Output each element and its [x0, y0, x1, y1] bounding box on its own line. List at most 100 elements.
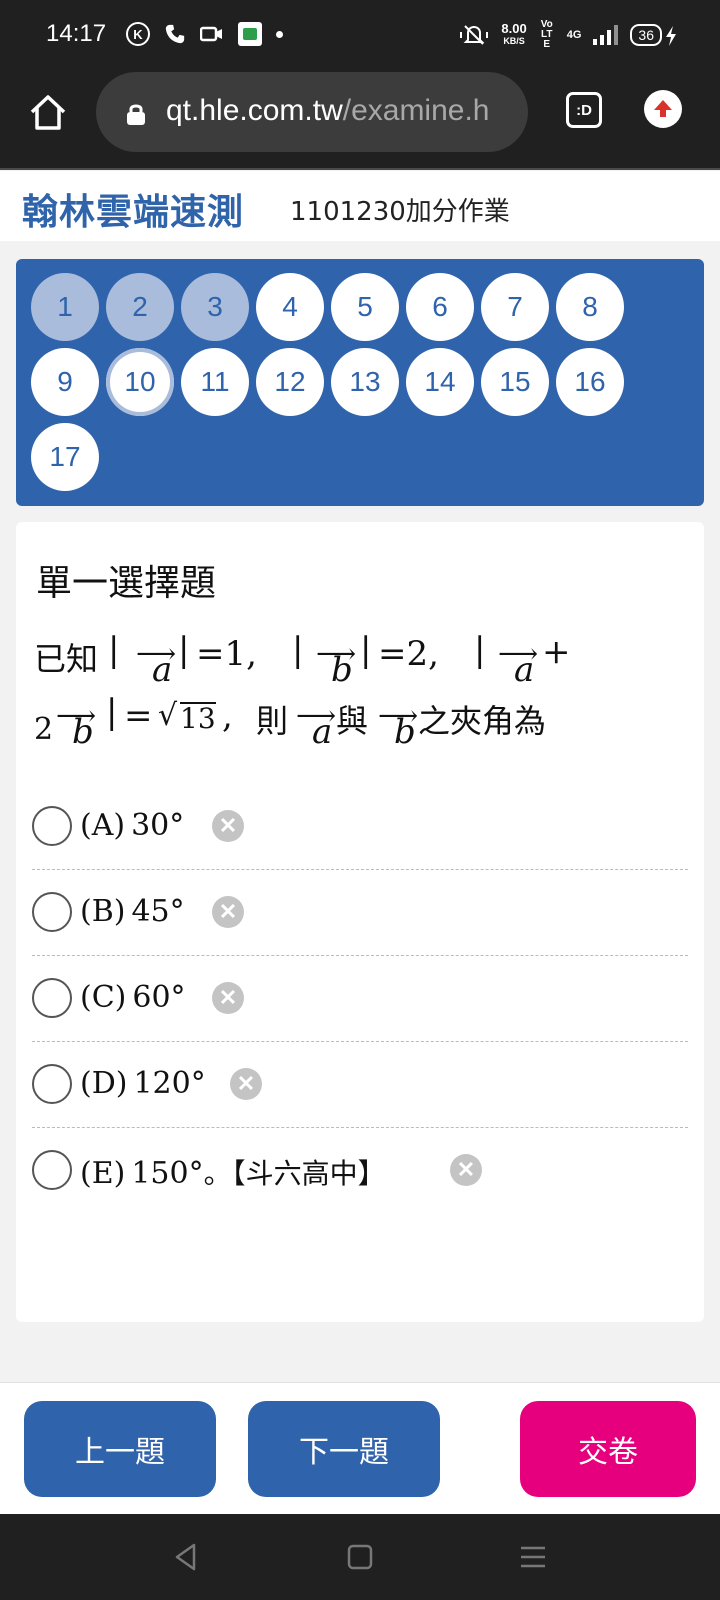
lock-icon [127, 104, 145, 125]
bottom-action-bar: 上一題 下一題 交卷 [0, 1382, 720, 1514]
stem-eq-2: =2, [378, 634, 439, 674]
eliminate-option-icon[interactable]: ✕ [230, 1068, 262, 1100]
question-number-button[interactable]: 8 [556, 273, 624, 341]
option-radio[interactable] [32, 1150, 72, 1190]
question-number-button[interactable]: 10 [106, 348, 174, 416]
answer-option[interactable]: (D) 120° ✕ [32, 1042, 688, 1128]
home-nav-icon[interactable] [346, 1542, 374, 1572]
network-type: 4G [566, 29, 582, 41]
stem-then: 則 [256, 702, 289, 740]
stem-comma: , [222, 696, 233, 736]
eliminate-option-icon[interactable]: ✕ [212, 810, 244, 842]
previous-question-button[interactable]: 上一題 [24, 1401, 216, 1497]
network-speed: 8.00 KB/S [501, 21, 527, 46]
stem-line-1: 已知 | ⟶ a | =1, | ⟶ b | =2, | ⟶ a + [34, 630, 571, 690]
back-icon[interactable] [172, 1542, 200, 1572]
question-number-button[interactable]: 15 [481, 348, 549, 416]
stem-sqrt-value: 13 [180, 702, 216, 735]
site-logo[interactable]: 翰林雲端速測 [22, 183, 244, 235]
status-bar: 14:17 K 8.00 KB/S Vo LTE 4G 36 [0, 0, 720, 70]
stem-abs-bar: | [178, 630, 190, 670]
tab-switcher-button[interactable]: :D [566, 92, 602, 128]
option-value: 45° [131, 894, 185, 929]
recent-apps-icon[interactable] [518, 1542, 548, 1572]
stem-known: 已知 [34, 640, 99, 678]
eliminate-option-icon[interactable]: ✕ [212, 982, 244, 1014]
question-number-button[interactable]: 5 [331, 273, 399, 341]
home-icon[interactable] [28, 92, 68, 132]
option-label: (B) [80, 894, 126, 929]
question-number-button[interactable]: 7 [481, 273, 549, 341]
question-number-button[interactable]: 12 [256, 348, 324, 416]
phone-icon [165, 24, 185, 44]
mute-bell-icon [460, 25, 489, 45]
option-label: (D) [80, 1066, 128, 1101]
submit-exam-button[interactable]: 交卷 [520, 1401, 696, 1497]
option-text[interactable]: (E) 150°。【斗六高中】 [80, 1152, 386, 1192]
eliminate-option-icon[interactable]: ✕ [212, 896, 244, 928]
question-number-button[interactable]: 6 [406, 273, 474, 341]
app-header: 翰林雲端速測 1101230加分作業 [0, 171, 720, 241]
stem-eq-1: =1, [196, 634, 257, 674]
answer-option[interactable]: (A) 30° ✕ [32, 784, 688, 870]
app-notification-icon [238, 22, 262, 46]
question-number-button[interactable]: 16 [556, 348, 624, 416]
status-right-icons: 8.00 KB/S Vo LTE 4G 36 [459, 20, 662, 50]
question-number-button[interactable]: 9 [31, 348, 99, 416]
option-text[interactable]: (D) 120° [80, 1066, 206, 1101]
next-question-button[interactable]: 下一題 [248, 1401, 440, 1497]
more-notifications-dot [276, 30, 283, 38]
option-value: 60° [132, 980, 186, 1015]
stem-abs-bar: | [108, 630, 120, 670]
option-label: (E) [80, 1156, 126, 1191]
question-number-button[interactable]: 1 [31, 273, 99, 341]
option-radio[interactable] [32, 892, 72, 932]
option-source: 。【斗六高中】 [203, 1157, 386, 1190]
question-stem: 已知 | ⟶ a | =1, | ⟶ b | =2, | ⟶ a + 2 ⟶ b | =… [34, 630, 694, 754]
browser-toolbar: qt.hle.com.tw/examine.h :D [0, 70, 720, 170]
option-radio[interactable] [32, 978, 72, 1018]
stem-sqrt-sign: √ [158, 698, 178, 733]
update-arrow-icon[interactable] [644, 90, 682, 128]
stem-abs-bar: | [360, 630, 372, 670]
option-value: 30° [131, 808, 185, 843]
answer-option[interactable]: (E) 150°。【斗六高中】 ✕ [32, 1128, 688, 1214]
option-text[interactable]: (A) 30° [80, 808, 184, 843]
question-number-button[interactable]: 4 [256, 273, 324, 341]
status-left-icons: K [126, 22, 283, 46]
stem-abs-bar: | [292, 630, 304, 670]
charging-icon [666, 26, 676, 46]
stem-angle-phrase: 之夾角為 [418, 702, 547, 740]
question-number-button[interactable]: 13 [331, 348, 399, 416]
question-type: 單一選擇題 [36, 563, 217, 604]
question-number-button[interactable]: 14 [406, 348, 474, 416]
option-value: 120° [133, 1066, 206, 1101]
option-label: (A) [80, 808, 126, 843]
answer-option[interactable]: (B) 45° ✕ [32, 870, 688, 956]
url-bar[interactable]: qt.hle.com.tw/examine.h [96, 72, 528, 152]
stem-and: 與 [336, 702, 369, 740]
answer-options: (A) 30° ✕ (B) 45° ✕ (C) 60° ✕ (D) 120° ✕ (E) 150°。【斗六… [32, 784, 688, 1214]
video-call-icon [200, 26, 222, 42]
stem-abs-bar: | [474, 630, 486, 670]
option-text[interactable]: (C) 60° [80, 980, 186, 1015]
signal-icon [593, 25, 619, 45]
question-number-button[interactable]: 17 [31, 423, 99, 491]
stem-line-2: 2 ⟶ b | = √ 13 , 則 ⟶ a 與 ⟶ b 之夾角為 [34, 692, 547, 752]
volte-label: Vo LTE [540, 19, 553, 50]
question-number-button[interactable]: 2 [106, 273, 174, 341]
status-time: 14:17 [46, 20, 107, 47]
question-number-button[interactable]: 3 [181, 273, 249, 341]
option-value: 150° [131, 1156, 204, 1191]
option-radio[interactable] [32, 1064, 72, 1104]
system-navigation-bar [0, 1514, 720, 1600]
option-text[interactable]: (B) 45° [80, 894, 185, 929]
eliminate-option-icon[interactable]: ✕ [450, 1154, 482, 1186]
exam-title: 1101230加分作業 [290, 197, 510, 227]
answer-option[interactable]: (C) 60° ✕ [32, 956, 688, 1042]
option-radio[interactable] [32, 806, 72, 846]
stem-plus: + [542, 632, 571, 672]
url-text: qt.hle.com.tw/examine.h [166, 94, 490, 127]
question-number-button[interactable]: 11 [181, 348, 249, 416]
option-label: (C) [80, 980, 127, 1015]
